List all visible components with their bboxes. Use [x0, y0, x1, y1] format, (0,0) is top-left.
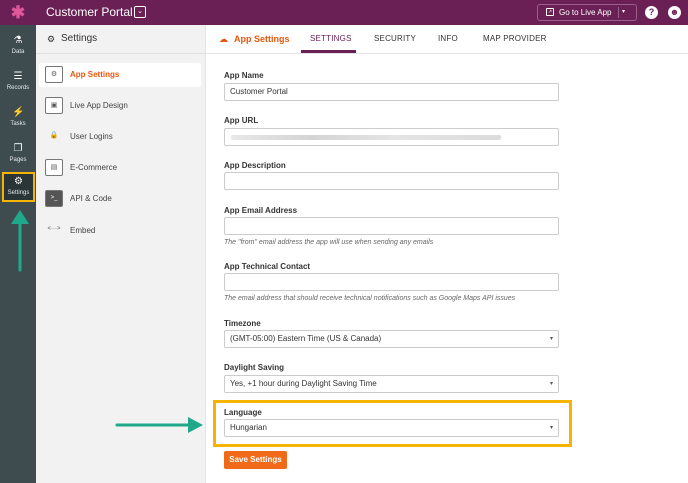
user-account-icon[interactable]: ☻	[668, 6, 681, 19]
app-logo-icon[interactable]: ✱	[0, 0, 36, 25]
chevron-down-icon: ▾	[549, 425, 553, 431]
redacted-url	[231, 135, 501, 140]
sidebar-item-e-commerce[interactable]: ▤ E-Commerce	[39, 156, 201, 180]
tab-settings[interactable]: SETTINGS	[310, 34, 352, 44]
daylight-saving-select[interactable]: Yes, +1 hour during Daylight Saving Time…	[224, 375, 559, 393]
cloud-settings-icon: ☁	[219, 34, 228, 44]
app-name-label: App Name	[224, 71, 264, 80]
timezone-value: (GMT-05:00) Eastern Time (US & Canada)	[230, 334, 382, 343]
language-label: Language	[224, 408, 262, 417]
nav-settings[interactable]: ⚙ Settings	[2, 172, 35, 202]
chevron-down-icon: ▾	[549, 336, 553, 342]
main-nav-rail: ⚗ Data ☰ Records ⚡ Tasks ❐ Pages ⚙ Setti…	[0, 25, 36, 483]
sidebar-item-app-settings[interactable]: ⚙ App Settings	[39, 63, 201, 87]
tab-security[interactable]: SECURITY	[374, 34, 416, 44]
nav-settings-label: Settings	[7, 190, 30, 196]
sidebar-item-live-app-design[interactable]: ▣ Live App Design	[39, 94, 201, 118]
technical-contact-input[interactable]	[224, 273, 559, 291]
sidebar-item-api-code[interactable]: >_ API & Code	[39, 187, 201, 211]
settings-gear-icon: ⚙	[14, 176, 23, 187]
daylight-saving-value: Yes, +1 hour during Daylight Saving Time	[230, 379, 377, 388]
go-to-live-app-button[interactable]: ↗ Go to Live App ▾	[537, 4, 637, 21]
app-switcher-chevron-down-icon[interactable]: ⌄	[134, 6, 146, 18]
button-divider	[618, 7, 619, 18]
terminal-icon: >_	[45, 190, 63, 207]
app-settings-icon: ⚙	[45, 66, 63, 83]
nav-tasks[interactable]: ⚡ Tasks	[0, 103, 36, 135]
settings-tabs: ☁ App Settings SETTINGS SECURITY INFO MA…	[206, 25, 688, 54]
nav-data-label: Data	[11, 49, 25, 55]
tab-map-provider[interactable]: MAP PROVIDER	[483, 34, 547, 44]
tasks-lightning-icon: ⚡	[12, 107, 25, 118]
app-email-hint: The "from" email address the app will us…	[224, 239, 434, 246]
nav-pages-label: Pages	[9, 157, 27, 163]
sidebar-item-label: API & Code	[70, 194, 112, 203]
app-url-input[interactable]	[224, 128, 559, 146]
sidebar-item-label: Embed	[70, 226, 96, 235]
tab-info[interactable]: INFO	[438, 34, 458, 44]
app-description-input[interactable]	[224, 172, 559, 190]
lock-icon: 🔒	[49, 132, 59, 139]
app-url-label: App URL	[224, 116, 259, 125]
nav-tasks-label: Tasks	[10, 121, 26, 127]
nav-pages[interactable]: ❐ Pages	[0, 139, 36, 171]
app-email-label: App Email Address	[224, 206, 298, 215]
sidebar-title: Settings	[61, 33, 98, 44]
go-to-live-app-label: Go to Live App	[559, 8, 612, 17]
timezone-select[interactable]: (GMT-05:00) Eastern Time (US & Canada) ▾	[224, 330, 559, 348]
active-tab-indicator	[301, 50, 356, 53]
help-icon[interactable]: ?	[645, 6, 658, 19]
app-settings-heading-label: App Settings	[234, 34, 290, 44]
language-select[interactable]: Hungarian ▾	[224, 419, 559, 437]
pages-icon: ❐	[13, 143, 23, 154]
nav-records-label: Records	[6, 85, 30, 91]
technical-contact-hint: The email address that should receive te…	[224, 295, 516, 302]
sidebar-item-label: Live App Design	[70, 101, 128, 110]
nav-records[interactable]: ☰ Records	[0, 67, 36, 99]
app-title: Customer Portal	[46, 5, 133, 19]
top-bar: ✱ Customer Portal ⌄ ↗ Go to Live App ▾ ?…	[0, 0, 688, 25]
data-icon: ⚗	[13, 35, 23, 46]
nav-data[interactable]: ⚗ Data	[0, 31, 36, 63]
records-icon: ☰	[13, 71, 23, 82]
technical-contact-label: App Technical Contact	[224, 262, 311, 271]
sidebar-item-label: E-Commerce	[70, 163, 118, 172]
live-app-dropdown-caret-icon[interactable]: ▾	[622, 7, 625, 18]
embed-code-icon: <···>	[47, 226, 61, 232]
external-link-icon: ↗	[546, 8, 554, 16]
language-value: Hungarian	[230, 423, 267, 432]
chevron-down-icon: ▾	[549, 381, 553, 387]
save-settings-button[interactable]: Save Settings	[224, 451, 287, 469]
app-description-label: App Description	[224, 161, 286, 170]
sidebar-item-label: User Logins	[70, 132, 113, 141]
sidebar-item-label: App Settings	[70, 70, 120, 79]
sidebar-header: ⚙ Settings	[36, 25, 206, 54]
settings-sidebar: ⚙ Settings ⚙ App Settings ▣ Live App Des…	[36, 25, 206, 483]
app-name-input[interactable]: Customer Portal	[224, 83, 559, 101]
design-icon: ▣	[45, 97, 63, 114]
ecommerce-icon: ▤	[45, 159, 63, 176]
timezone-label: Timezone	[224, 319, 261, 328]
sidebar-item-user-logins[interactable]: 🔒 User Logins	[39, 125, 201, 149]
sidebar-item-embed[interactable]: <···> Embed	[39, 219, 201, 243]
app-email-input[interactable]	[224, 217, 559, 235]
daylight-saving-label: Daylight Saving	[224, 363, 285, 372]
gear-icon: ⚙	[47, 34, 56, 44]
